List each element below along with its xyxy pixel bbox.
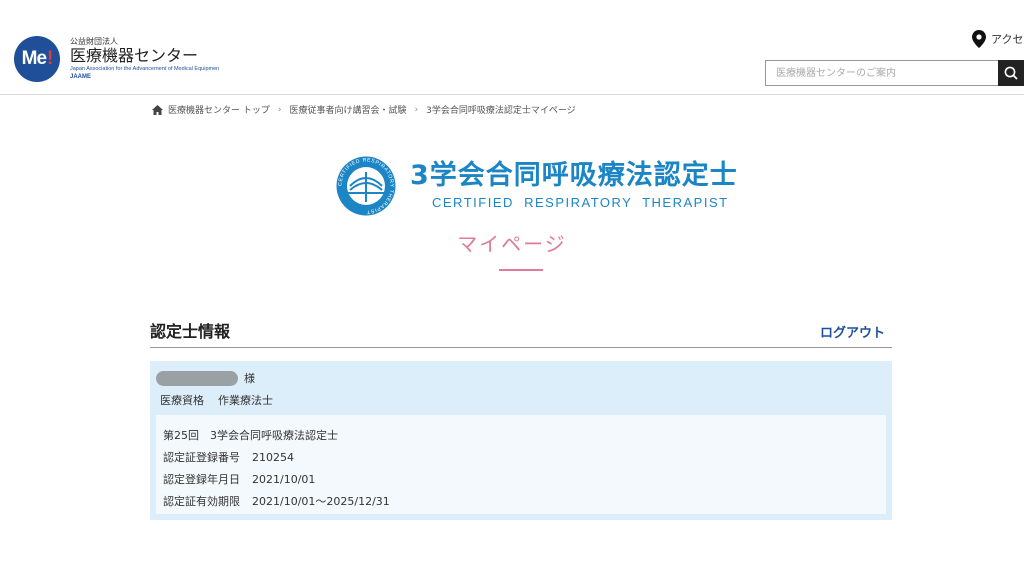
breadcrumb-seminars[interactable]: 医療従事者向け講習会・試験 bbox=[289, 103, 406, 116]
title-underline bbox=[499, 269, 543, 271]
logo-title: 医療機器センター bbox=[70, 46, 199, 66]
access-link[interactable]: アクセス bbox=[972, 30, 1024, 48]
qualification-label: 医療資格 bbox=[160, 394, 204, 407]
logo-english-name: Japan Association for the Advancement of… bbox=[70, 66, 220, 73]
logout-link[interactable]: ログアウト bbox=[820, 322, 885, 341]
search-icon bbox=[1004, 66, 1018, 80]
page-title: マイページ bbox=[457, 232, 567, 256]
search-input[interactable] bbox=[765, 60, 999, 86]
breadcrumb-home[interactable]: 医療機器センター トップ bbox=[168, 103, 270, 116]
reg-number-label: 認定証登録番号 bbox=[163, 451, 240, 464]
certificate-detail-box: 第25回 3学会合同呼吸療法認定士 認定証登録番号 210254 認定登録年月日 2… bbox=[156, 415, 886, 514]
site-logo[interactable]: Me! 公益財団法人 医療機器センター Japan Association fo… bbox=[14, 36, 219, 82]
validity-row: 認定証有効期限 2021/10/01～2025/12/31 bbox=[163, 493, 390, 509]
site-search bbox=[765, 60, 1024, 86]
breadcrumb: 医療機器センター トップ › 医療従事者向け講習会・試験 › 3学会合同呼吸療法… bbox=[152, 103, 576, 116]
search-button[interactable] bbox=[998, 60, 1024, 86]
logo-text: 公益財団法人 医療機器センター Japan Association for th… bbox=[70, 38, 219, 80]
qualification-row: 医療資格 作業療法士 bbox=[160, 392, 273, 408]
logo-mark-bang: ! bbox=[47, 48, 53, 69]
access-label: アクセス bbox=[991, 33, 1024, 46]
logo-abbreviation: JAAME bbox=[70, 73, 92, 80]
reg-number-value: 210254 bbox=[252, 451, 294, 464]
chevron-right-icon: › bbox=[414, 104, 419, 115]
validity-value: 2021/10/01～2025/12/31 bbox=[252, 495, 390, 508]
brand-title-jp: 3学会合同呼吸療法認定士 bbox=[410, 160, 738, 191]
redacted-name bbox=[156, 370, 238, 386]
session-line: 第25回 3学会合同呼吸療法認定士 bbox=[163, 429, 338, 442]
site-header: Me! 公益財団法人 医療機器センター Japan Association fo… bbox=[0, 0, 1024, 95]
qualification-value: 作業療法士 bbox=[218, 394, 273, 407]
brand-title-en: CERTIFIED RESPIRATORY THERAPIST bbox=[432, 195, 729, 210]
logo-subtitle: 公益財団法人 bbox=[70, 37, 118, 47]
crt-emblem-logo: CERTIFIED RESPIRATORY THERAPIST bbox=[336, 156, 396, 216]
validity-label: 認定証有効期限 bbox=[163, 495, 240, 508]
reg-date-label: 認定登録年月日 bbox=[163, 473, 240, 486]
logo-mark-text: Me bbox=[21, 48, 47, 69]
honorific: 様 bbox=[244, 372, 255, 385]
brand-text: 3学会合同呼吸療法認定士 CERTIFIED RESPIRATORY THERA… bbox=[410, 162, 738, 210]
logo-mark: Me! bbox=[14, 36, 60, 82]
user-name-row: 様 bbox=[156, 370, 255, 386]
chevron-right-icon: › bbox=[277, 104, 282, 115]
breadcrumb-current: 3学会合同呼吸療法認定士マイページ bbox=[426, 106, 576, 116]
home-icon bbox=[152, 104, 163, 115]
crt-brand: CERTIFIED RESPIRATORY THERAPIST 3学会合同呼吸療… bbox=[336, 156, 738, 216]
map-pin-icon bbox=[972, 30, 986, 48]
section-divider bbox=[150, 347, 892, 348]
certificate-info-card: 様 医療資格 作業療法士 第25回 3学会合同呼吸療法認定士 認定証登録番号 210… bbox=[150, 361, 892, 520]
reg-date-value: 2021/10/01 bbox=[252, 473, 316, 486]
section-title: 認定士情報 bbox=[150, 322, 231, 341]
reg-date-row: 認定登録年月日 2021/10/01 bbox=[163, 471, 315, 487]
reg-number-row: 認定証登録番号 210254 bbox=[163, 449, 294, 465]
